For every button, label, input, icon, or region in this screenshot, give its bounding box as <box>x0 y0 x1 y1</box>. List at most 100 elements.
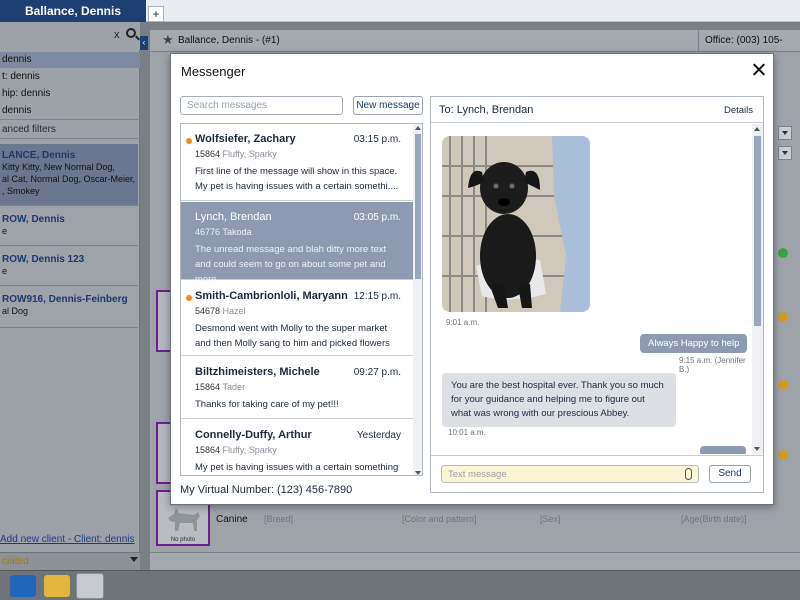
unread-indicator-icon <box>186 295 192 301</box>
filter-item[interactable]: hip: dennis <box>0 86 140 102</box>
add-client-link[interactable]: Add new client - Client: dennis <box>0 534 135 545</box>
client-header: ★ Ballance, Dennis - (#1) Office: (003) … <box>150 30 800 68</box>
conversation-preview: Desmond went with Molly to the super mar… <box>195 323 390 349</box>
message-time: 9:01 a.m. <box>446 318 480 327</box>
conversation-preview: My pet is having issues with a certain s… <box>195 462 399 473</box>
conversation-client-id: 54678 Hazel <box>195 306 246 316</box>
conversation-preview: First line of the message will show in t… <box>195 166 399 192</box>
star-icon[interactable]: ★ <box>162 32 174 48</box>
status-text: ciated <box>2 556 29 567</box>
advanced-filters-link[interactable]: anced filters <box>0 119 140 139</box>
status-strip[interactable]: ciated <box>0 552 140 570</box>
dropdown-button[interactable] <box>778 146 792 160</box>
client-name: LANCE, Dennis <box>2 150 76 161</box>
terminal-icon[interactable] <box>10 575 36 597</box>
scrollbar-thumb[interactable] <box>415 134 421 279</box>
chevron-down-icon[interactable] <box>130 557 138 562</box>
conversation-item[interactable]: Wolfsiefer, Zachary 03:15 p.m. 15864 Flu… <box>181 124 413 201</box>
status-icon <box>778 248 788 258</box>
thread-header: To: Lynch, Brendan Details <box>431 97 763 123</box>
sidebar-search: x <box>0 22 140 50</box>
scroll-down-icon[interactable] <box>415 471 421 475</box>
conversation-name: Wolfsiefer, Zachary <box>195 133 296 145</box>
client-list-item[interactable]: ROW, Dennis e <box>0 208 138 246</box>
search-messages-input[interactable] <box>180 96 343 115</box>
conversation-client-id: 15864 Fluffy, Sparky <box>195 149 277 159</box>
message-time: 10:01 a.m. <box>448 428 486 437</box>
pet-names: Tader <box>222 382 246 392</box>
dropdown-button[interactable] <box>778 126 792 140</box>
text-message-input[interactable] <box>441 465 699 483</box>
details-link[interactable]: Details <box>724 105 753 116</box>
client-list-item[interactable]: ROW916, Dennis-Feinberg al Dog <box>0 288 138 328</box>
scrollbar-thumb[interactable] <box>754 136 761 326</box>
close-icon[interactable] <box>751 62 767 78</box>
conversation-time: 03:15 p.m. <box>353 134 401 145</box>
thread-messages: 9:01 a.m. Always Happy to help 9:15 a.m.… <box>431 124 751 454</box>
client-pets: al Dog <box>2 306 29 316</box>
conversation-item[interactable]: Connelly-Duffy, Arthur Yesterday 15864 F… <box>181 420 413 475</box>
client-sidebar: x dennis t: dennis hip: dennis dennis an… <box>0 22 140 552</box>
clear-search-icon[interactable]: x <box>114 29 120 41</box>
pet-species: Canine <box>216 514 248 525</box>
scroll-up-icon[interactable] <box>415 126 421 130</box>
client-pets: Kitty Kitty, New Normal Dog, <box>2 162 115 172</box>
tab-client[interactable]: Ballance, Dennis <box>0 0 146 22</box>
pet-names: Takoda <box>222 227 252 237</box>
search-icon[interactable] <box>126 28 136 38</box>
conversation-time: 03:05 p.m. <box>353 212 401 223</box>
collapse-sidebar-button[interactable]: ‹ <box>140 36 148 50</box>
pet-color: [Color and pattern] <box>402 514 477 524</box>
paperclip-icon[interactable] <box>685 468 692 480</box>
conversation-scrollbar[interactable] <box>413 124 422 475</box>
conversation-list: Wolfsiefer, Zachary 03:15 p.m. 15864 Flu… <box>180 123 423 476</box>
client-pets: e <box>2 226 8 236</box>
conversation-name: Biltzhimeisters, Michele <box>195 366 320 378</box>
new-tab-button[interactable]: + <box>148 6 164 22</box>
attached-pet-photo[interactable] <box>442 136 590 312</box>
new-message-button[interactable]: New message <box>353 96 423 115</box>
client-list-item[interactable]: ROW, Dennis 123 e <box>0 248 138 286</box>
dog-silhouette-icon <box>168 508 200 531</box>
message-thread: To: Lynch, Brendan Details 9:01 a.m. Alw… <box>430 96 764 493</box>
puppy-photo-image <box>442 136 590 312</box>
filter-item[interactable]: t: dennis <box>0 69 140 85</box>
conversation-name: Connelly-Duffy, Arthur <box>195 429 312 441</box>
conversation-item[interactable]: Smith-Cambrionloli, Maryann 12:15 p.m. 5… <box>181 281 413 356</box>
app-icon[interactable] <box>76 573 104 599</box>
pet-names: Hazel <box>222 306 246 316</box>
client-header-name: Ballance, Dennis - (#1) <box>178 35 280 46</box>
client-number: 15864 <box>195 382 221 392</box>
dialog-title: Messenger <box>181 64 246 79</box>
unread-indicator-icon <box>186 138 192 144</box>
client-pets: e <box>2 266 8 276</box>
folder-icon[interactable] <box>44 575 70 597</box>
pet-names: Fluffy, Sparky <box>222 149 277 159</box>
conversation-client-id: 15864 Fluffy, Sparky <box>195 445 277 455</box>
outgoing-message-partial <box>700 446 746 454</box>
conversation-item[interactable]: Lynch, Brendan 03:05 p.m. 46776 Takoda T… <box>181 202 413 285</box>
messenger-dialog: Messenger New message Wolfsiefer, Zachar… <box>170 53 774 505</box>
conversation-name: Smith-Cambrionloli, Maryann <box>195 290 348 302</box>
send-button[interactable]: Send <box>709 465 751 483</box>
status-icon <box>778 312 788 322</box>
client-pets: , Smokey <box>2 186 40 196</box>
pet-breed: [Breed] <box>264 514 294 524</box>
filter-item[interactable]: dennis <box>0 52 140 68</box>
conversation-time: Yesterday <box>356 430 401 441</box>
filter-item[interactable]: dennis <box>0 103 140 119</box>
client-name: ROW916, Dennis-Feinberg <box>2 294 128 305</box>
office-phone: Office: (003) 105-7165 <box>698 30 800 68</box>
scroll-down-icon[interactable] <box>754 447 760 451</box>
thread-recipient: To: Lynch, Brendan <box>439 104 534 116</box>
client-number: 46776 <box>195 227 221 237</box>
client-number: 54678 <box>195 306 221 316</box>
client-pets: al Cat, Normal Dog, Oscar-Meier, <box>2 174 136 184</box>
client-list-item[interactable]: LANCE, Dennis Kitty Kitty, New Normal Do… <box>0 144 138 206</box>
status-icon <box>778 450 788 460</box>
conversation-item[interactable]: Biltzhimeisters, Michele 09:27 p.m. 1586… <box>181 357 413 419</box>
scroll-up-icon[interactable] <box>754 127 760 131</box>
thread-scrollbar[interactable] <box>752 124 763 454</box>
conversation-name: Lynch, Brendan <box>195 211 272 223</box>
pet-names: Fluffy, Sparky <box>222 445 277 455</box>
